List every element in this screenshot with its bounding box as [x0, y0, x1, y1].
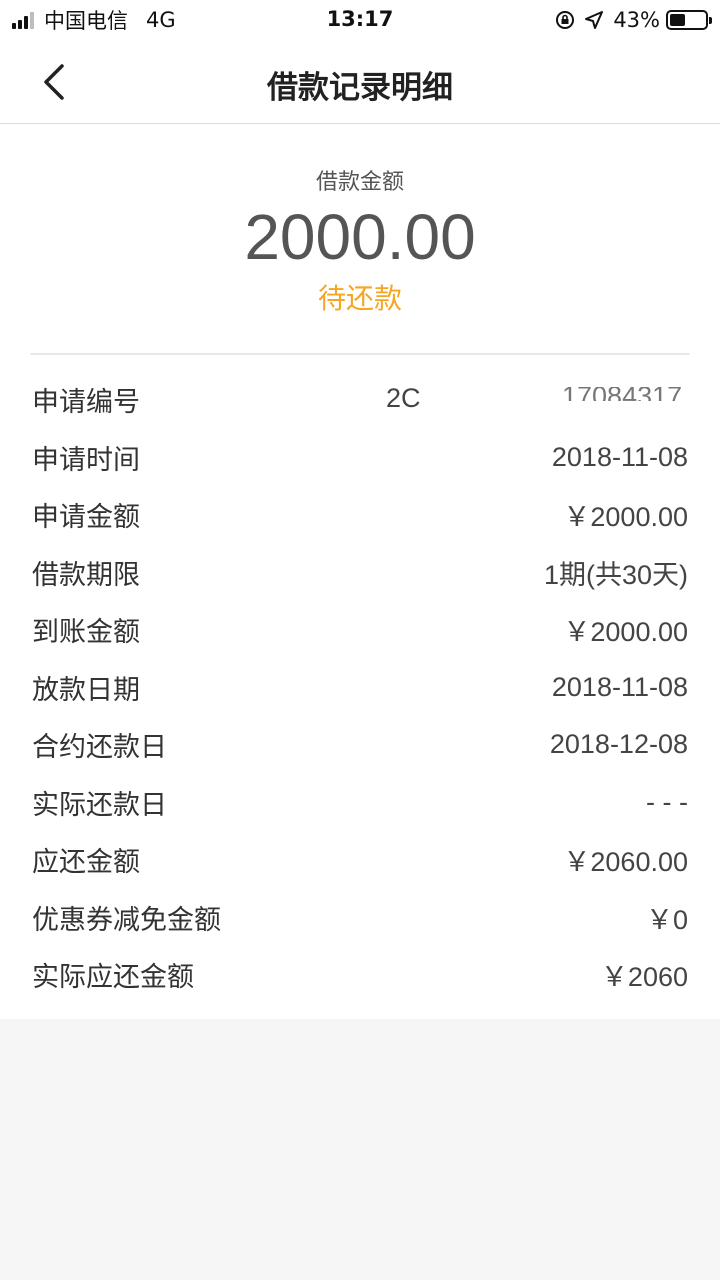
detail-value: ￥0 — [645, 904, 688, 935]
detail-row-application-number: 申请编号 2C 17084317 — [32, 371, 688, 429]
detail-row-amount-due: 应还金额 ￥2060.00 — [32, 831, 688, 889]
divider — [30, 353, 690, 355]
detail-row-actual-amount-due: 实际应还金额 ￥2060 — [32, 946, 688, 1004]
detail-value: 1期(共30天) — [543, 559, 688, 590]
detail-label: 合约还款日 — [32, 732, 167, 764]
detail-value: 2018-12-08 — [549, 729, 688, 760]
detail-label: 到账金额 — [32, 617, 140, 649]
status-bar: 中国电信 4G 13:17 43% — [0, 0, 720, 40]
detail-value: ￥2000.00 — [563, 502, 688, 533]
battery-icon — [666, 10, 712, 30]
loan-status: 待还款 — [317, 282, 402, 315]
detail-label: 实际应还金额 — [32, 962, 194, 994]
amount-value: 2000.00 — [244, 201, 476, 273]
detail-row-application-time: 申请时间 2018-11-08 — [32, 429, 688, 487]
detail-list: 申请编号 2C 17084317 申请时间 2018-11-08 申请金额 ￥2… — [32, 371, 688, 1004]
location-arrow-icon — [585, 11, 604, 29]
detail-value: 2018-11-08 — [551, 671, 688, 702]
detail-row-application-amount: 申请金额 ￥2000.00 — [32, 486, 688, 544]
detail-value: ￥2060.00 — [563, 847, 688, 878]
detail-row-contract-repayment-date: 合约还款日 2018-12-08 — [32, 716, 688, 774]
detail-label: 放款日期 — [32, 674, 140, 706]
application-number-tail-text: 17084317 — [562, 387, 682, 401]
detail-label: 申请金额 — [32, 502, 140, 534]
amount-label: 借款金额 — [315, 170, 404, 195]
detail-value: - - - — [646, 786, 688, 817]
battery-percent: 43% — [613, 8, 660, 32]
detail-row-received-amount: 到账金额 ￥2000.00 — [32, 601, 688, 659]
detail-label: 优惠券减免金额 — [32, 904, 221, 936]
application-number-value: 2C — [386, 383, 421, 413]
status-right: 43% — [555, 7, 712, 33]
detail-label: 实际还款日 — [32, 789, 167, 821]
navigation-bar: 借款记录明细 — [0, 40, 720, 124]
detail-value: 2018-11-08 — [551, 441, 688, 472]
detail-row-actual-repayment-date: 实际还款日 - - - — [32, 774, 688, 832]
detail-row-coupon-deduction: 优惠券减免金额 ￥0 — [32, 889, 688, 947]
page-title: 借款记录明细 — [267, 70, 453, 106]
detail-row-loan-term: 借款期限 1期(共30天) — [32, 544, 688, 602]
loan-detail-card: 借款金额 2000.00 待还款 申请编号 2C 17084317 申请时间 2… — [0, 124, 720, 1019]
detail-label: 借款期限 — [32, 559, 140, 591]
application-number-tail: 17084317 — [562, 387, 682, 401]
detail-row-disbursement-date: 放款日期 2018-11-08 — [32, 659, 688, 717]
detail-label: 应还金额 — [32, 847, 140, 879]
detail-value: ￥2060 — [600, 962, 688, 993]
detail-label: 申请时间 — [32, 444, 140, 476]
detail-value: ￥2000.00 — [563, 617, 688, 648]
rotation-lock-icon — [556, 11, 575, 29]
detail-label: 申请编号 — [32, 387, 140, 419]
